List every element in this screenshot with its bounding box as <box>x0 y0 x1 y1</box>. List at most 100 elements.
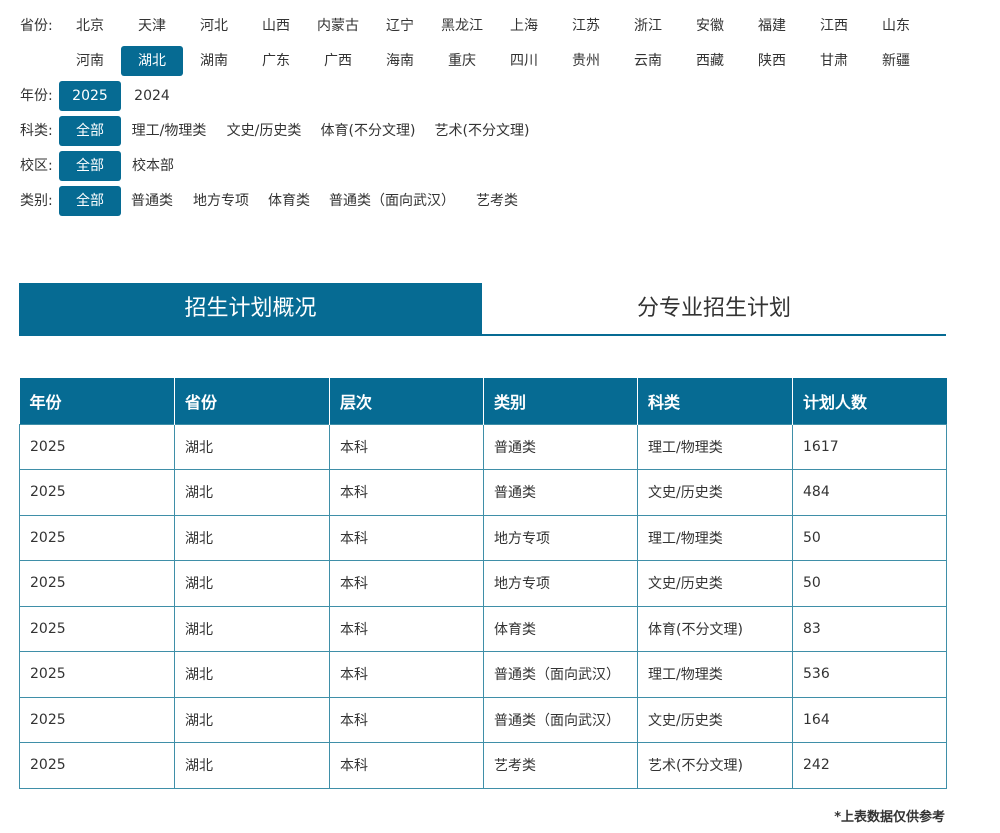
cell-level: 本科 <box>329 469 484 516</box>
cell-category: 体育类 <box>483 605 638 652</box>
cell-category: 艺考类 <box>483 742 638 789</box>
campus-option-all[interactable]: 全部 <box>59 151 121 181</box>
cell-subject: 理工/物理类 <box>637 651 793 698</box>
subject-filter-row: 科类: 全部 理工/物理类 文史/历史类 体育(不分文理) 艺术(不分文理) <box>0 116 1000 146</box>
cell-plan-count: 164 <box>792 696 947 743</box>
category-option-general[interactable]: 普通类 <box>124 186 180 216</box>
cell-plan-count: 1617 <box>792 423 947 470</box>
province-option-jiangxi[interactable]: 江西 <box>805 11 863 41</box>
table-row: 2025 湖北 本科 艺考类 艺术(不分文理) 242 <box>19 742 947 789</box>
province-option-hunan[interactable]: 湖南 <box>185 46 243 76</box>
province-option-zhejiang[interactable]: 浙江 <box>619 11 677 41</box>
header-subject: 科类 <box>637 378 793 424</box>
table-footnote: *上表数据仅供参考 <box>834 810 945 825</box>
province-option-sichuan[interactable]: 四川 <box>495 46 553 76</box>
province-option-chongqing[interactable]: 重庆 <box>433 46 491 76</box>
year-option-2025[interactable]: 2025 <box>59 81 121 111</box>
province-option-henan[interactable]: 河南 <box>61 46 119 76</box>
cell-province: 湖北 <box>174 651 330 698</box>
cell-subject: 体育(不分文理) <box>637 605 793 652</box>
province-option-guizhou[interactable]: 贵州 <box>557 46 615 76</box>
tab-plan-by-major[interactable]: 分专业招生计划 <box>482 283 946 334</box>
header-year: 年份 <box>19 378 175 424</box>
header-plan-count: 计划人数 <box>792 378 947 424</box>
category-option-art-exam[interactable]: 艺考类 <box>468 186 526 216</box>
province-option-shandong[interactable]: 山东 <box>867 11 925 41</box>
province-option-gansu[interactable]: 甘肃 <box>805 46 863 76</box>
province-option-hainan[interactable]: 海南 <box>371 46 429 76</box>
cell-province: 湖北 <box>174 560 330 607</box>
province-option-guangdong[interactable]: 广东 <box>247 46 305 76</box>
province-option-yunnan[interactable]: 云南 <box>619 46 677 76</box>
cell-province: 湖北 <box>174 696 330 743</box>
province-option-guangxi[interactable]: 广西 <box>309 46 367 76</box>
province-option-anhui[interactable]: 安徽 <box>681 11 739 41</box>
cell-subject: 理工/物理类 <box>637 423 793 470</box>
table-row: 2025 湖北 本科 地方专项 理工/物理类 50 <box>19 514 947 561</box>
province-option-shaanxi[interactable]: 陕西 <box>743 46 801 76</box>
province-option-neimenggu[interactable]: 内蒙古 <box>309 11 367 41</box>
subject-option-liberal-arts[interactable]: 文史/历史类 <box>218 116 310 146</box>
cell-year: 2025 <box>19 651 175 698</box>
year-filter-row: 年份: 2025 2024 <box>0 81 1000 111</box>
year-filter-label: 年份: <box>20 88 53 104</box>
cell-category: 地方专项 <box>483 560 638 607</box>
cell-province: 湖北 <box>174 514 330 561</box>
table-row: 2025 湖北 本科 普通类 理工/物理类 1617 <box>19 423 947 470</box>
cell-year: 2025 <box>19 742 175 789</box>
category-filter-row: 类别: 全部 普通类 地方专项 体育类 普通类（面向武汉） 艺考类 <box>0 186 1000 216</box>
subject-option-science[interactable]: 理工/物理类 <box>124 116 214 146</box>
cell-category: 普通类（面向武汉） <box>483 696 638 743</box>
cell-year: 2025 <box>19 423 175 470</box>
province-option-tianjin[interactable]: 天津 <box>123 11 181 41</box>
province-filter-row-2: 河南 湖北 湖南 广东 广西 海南 重庆 四川 贵州 云南 西藏 陕西 甘肃 新… <box>0 46 1000 76</box>
cell-year: 2025 <box>19 469 175 516</box>
cell-subject: 理工/物理类 <box>637 514 793 561</box>
cell-level: 本科 <box>329 605 484 652</box>
plan-table: 年份 省份 层次 类别 科类 计划人数 2025 湖北 本科 普通类 理工/物理… <box>19 378 947 789</box>
province-option-beijing[interactable]: 北京 <box>61 11 119 41</box>
cell-level: 本科 <box>329 651 484 698</box>
category-option-local-special[interactable]: 地方专项 <box>186 186 256 216</box>
table-row: 2025 湖北 本科 普通类 文史/历史类 484 <box>19 469 947 516</box>
cell-plan-count: 50 <box>792 560 947 607</box>
province-option-hubei[interactable]: 湖北 <box>121 46 183 76</box>
province-option-heilongjiang[interactable]: 黑龙江 <box>433 11 491 41</box>
cell-province: 湖北 <box>174 423 330 470</box>
province-option-shanxi[interactable]: 山西 <box>247 11 305 41</box>
cell-plan-count: 484 <box>792 469 947 516</box>
province-option-jiangsu[interactable]: 江苏 <box>557 11 615 41</box>
cell-level: 本科 <box>329 560 484 607</box>
year-option-2024[interactable]: 2024 <box>124 81 180 111</box>
cell-level: 本科 <box>329 742 484 789</box>
subject-option-all[interactable]: 全部 <box>59 116 121 146</box>
subject-filter-label: 科类: <box>20 123 53 139</box>
cell-level: 本科 <box>329 696 484 743</box>
tab-plan-overview[interactable]: 招生计划概况 <box>19 283 482 334</box>
cell-year: 2025 <box>19 696 175 743</box>
cell-subject: 文史/历史类 <box>637 696 793 743</box>
province-option-hebei[interactable]: 河北 <box>185 11 243 41</box>
province-option-shanghai[interactable]: 上海 <box>495 11 553 41</box>
category-option-sports[interactable]: 体育类 <box>261 186 317 216</box>
cell-year: 2025 <box>19 560 175 607</box>
province-filter-row-1: 省份: 北京 天津 河北 山西 内蒙古 辽宁 黑龙江 上海 江苏 浙江 安徽 福… <box>0 11 1000 41</box>
table-row: 2025 湖北 本科 普通类（面向武汉） 理工/物理类 536 <box>19 651 947 698</box>
cell-plan-count: 50 <box>792 514 947 561</box>
cell-level: 本科 <box>329 514 484 561</box>
province-option-xinjiang[interactable]: 新疆 <box>867 46 925 76</box>
category-option-all[interactable]: 全部 <box>59 186 121 216</box>
province-option-fujian[interactable]: 福建 <box>743 11 801 41</box>
subject-option-sports[interactable]: 体育(不分文理) <box>314 116 422 146</box>
table-row: 2025 湖北 本科 体育类 体育(不分文理) 83 <box>19 605 947 652</box>
header-category: 类别 <box>483 378 638 424</box>
province-option-liaoning[interactable]: 辽宁 <box>371 11 429 41</box>
category-option-general-wuhan[interactable]: 普通类（面向武汉） <box>322 186 462 216</box>
cell-category: 普通类 <box>483 423 638 470</box>
province-option-xizang[interactable]: 西藏 <box>681 46 739 76</box>
campus-option-main[interactable]: 校本部 <box>124 151 182 181</box>
cell-plan-count: 242 <box>792 742 947 789</box>
cell-level: 本科 <box>329 423 484 470</box>
subject-option-arts[interactable]: 艺术(不分文理) <box>428 116 536 146</box>
table-row: 2025 湖北 本科 普通类（面向武汉） 文史/历史类 164 <box>19 696 947 743</box>
